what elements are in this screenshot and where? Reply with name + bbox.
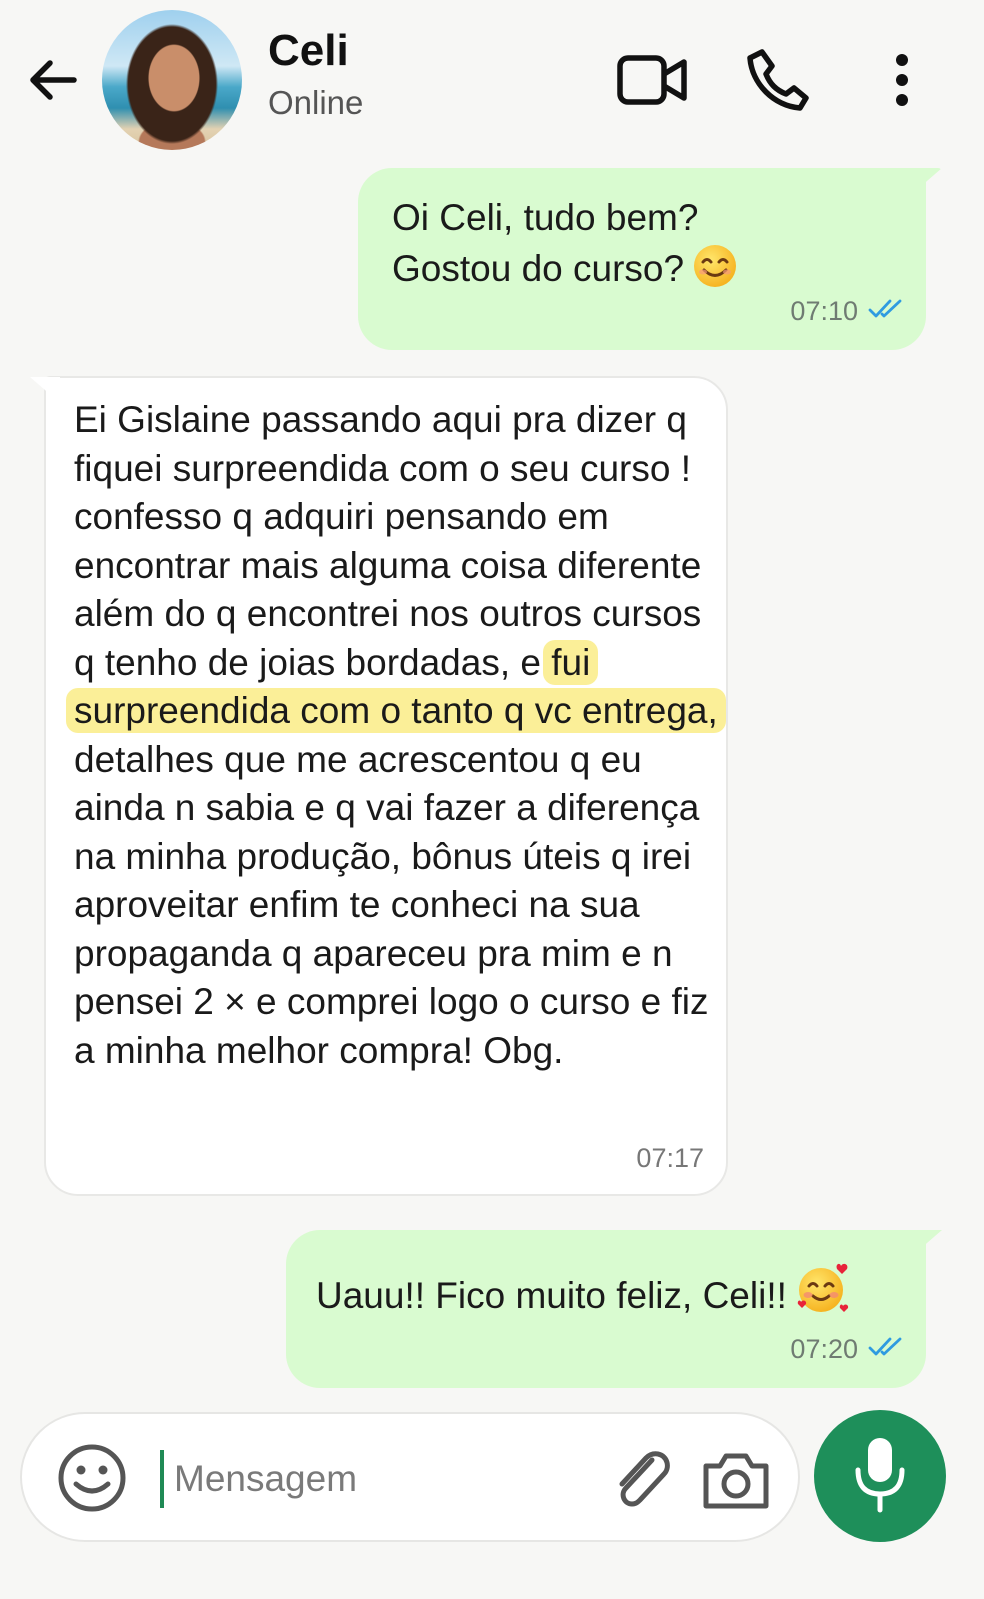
message-line: Gostou do curso? [392, 247, 685, 289]
message-line: Oi Celi, tudo bem? [392, 197, 699, 238]
message-input[interactable] [172, 1444, 596, 1514]
outgoing-message[interactable]: Oi Celi, tudo bem? Gostou do curso? 07:1… [358, 168, 926, 350]
more-vertical-icon[interactable] [864, 40, 940, 120]
message-text-end: detalhes que me acrescentou q eu ainda n… [74, 738, 709, 1071]
contact-status: Online [268, 84, 364, 121]
attachment-icon[interactable] [606, 1442, 678, 1518]
message-meta: 07:20 [790, 1334, 904, 1365]
message-composer [20, 1412, 800, 1542]
message-text: Ei Gislaine passando aqui pra dizer q fi… [66, 396, 726, 1075]
smiling-face-with-hearts-icon [795, 1262, 851, 1329]
phone-icon[interactable] [738, 40, 818, 120]
video-call-icon[interactable] [612, 40, 692, 120]
avatar[interactable] [102, 10, 242, 150]
message-time: 07:10 [790, 296, 858, 326]
message-text: Uauu!! Fico muito feliz, Celi!! [316, 1262, 916, 1329]
message-time: 07:20 [790, 1334, 858, 1364]
chat-header: Celi Online [0, 0, 984, 160]
voice-message-button[interactable] [814, 1410, 946, 1542]
contact-name[interactable]: Celi [268, 26, 349, 76]
message-meta: 07:10 [790, 296, 904, 327]
smiling-face-icon [692, 243, 738, 302]
microphone-icon [850, 1434, 910, 1519]
message-meta: 07:17 [636, 1143, 704, 1174]
text-caret [160, 1450, 164, 1508]
read-ticks-icon [868, 296, 904, 327]
message-text-start: Ei Gislaine passando aqui pra dizer q fi… [74, 399, 702, 683]
message-time: 07:17 [636, 1143, 704, 1173]
incoming-message[interactable]: Ei Gislaine passando aqui pra dizer q fi… [44, 376, 728, 1196]
outgoing-message[interactable]: Uauu!! Fico muito feliz, Celi!! 07:20 [286, 1230, 926, 1388]
message-text: Oi Celi, tudo bem? Gostou do curso? [392, 194, 912, 301]
back-arrow-icon[interactable] [24, 50, 84, 110]
emoji-icon[interactable] [54, 1440, 130, 1516]
bubble-tail [912, 1230, 942, 1256]
message-line: Uauu!! Fico muito feliz, Celi!! [316, 1275, 787, 1316]
camera-icon[interactable] [698, 1442, 774, 1518]
read-ticks-icon [868, 1334, 904, 1365]
